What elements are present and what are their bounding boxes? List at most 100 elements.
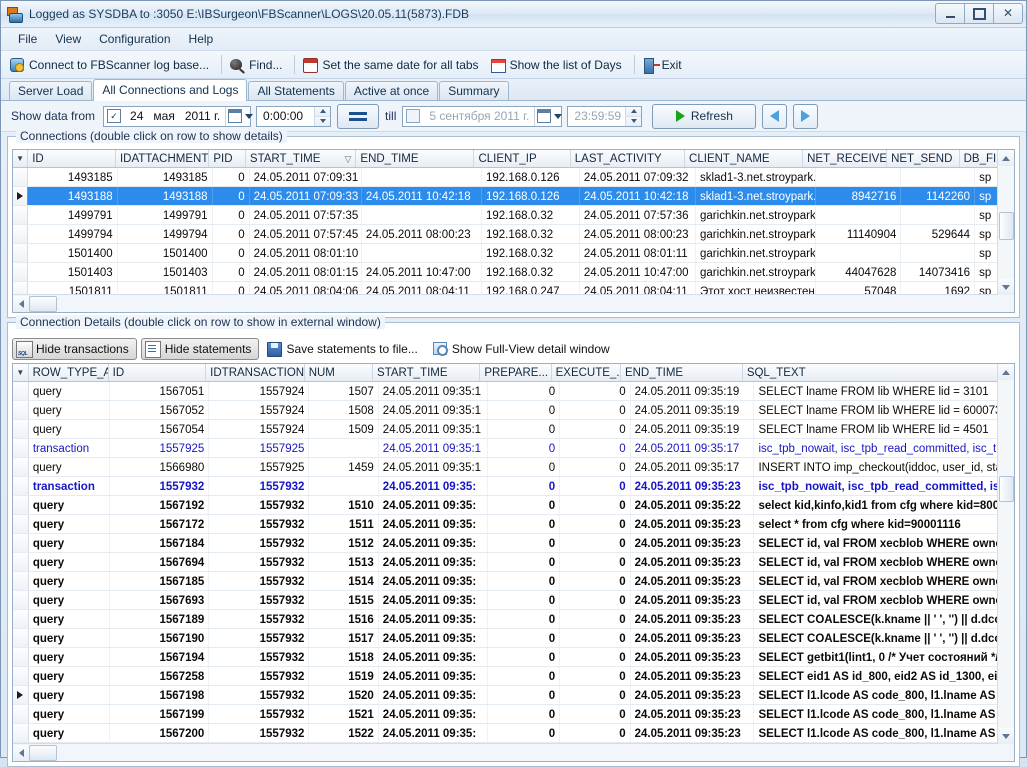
menu-configuration[interactable]: Configuration [90,30,179,48]
cell-id[interactable]: 1567200 [110,724,210,742]
cell-sql_text[interactable]: SELECT lname FROM lib WHERE lid = 600073… [754,401,1014,419]
cell-num[interactable]: 1459 [309,458,379,476]
cell-end_time[interactable]: 24.05.2011 10:47:00 [362,263,482,281]
cell-row_type_a[interactable]: query [29,534,111,552]
cell-sql_text[interactable]: SELECT lname FROM lib WHERE lid = 3101 [754,382,1014,400]
cell-num[interactable]: 1516 [309,610,379,628]
cell-end_time[interactable] [362,168,482,186]
cell-id[interactable]: 1493188 [28,187,118,205]
cell-start_time[interactable]: 24.05.2011 09:35:1 [379,458,488,476]
cell-client_name[interactable]: garichkin.net.stroypark. [696,244,817,262]
cell-sql_text[interactable]: select * from cfg where kid=90001116 [754,515,1014,533]
cell-last_activity[interactable]: 24.05.2011 08:00:23 [580,225,697,243]
col-client-name[interactable]: CLIENT_NAME [685,150,804,167]
cell-prepare[interactable]: 0 [488,420,561,438]
cell-num[interactable]: 1519 [309,667,379,685]
cell-execute[interactable]: 0 [560,667,631,685]
cell-net_send[interactable] [901,244,976,262]
cell-start_time[interactable]: 24.05.2011 09:35: [379,553,488,571]
table-row[interactable]: 1493188 1493188 0 24.05.2011 07:09:33 24.05.… [13,187,1014,206]
cell-num[interactable]: 1514 [309,572,379,590]
cell-prepare[interactable]: 0 [488,572,561,590]
menu-help[interactable]: Help [180,30,223,48]
cell-start_time[interactable]: 24.05.2011 09:35: [379,515,488,533]
cell-execute[interactable]: 0 [560,686,631,704]
cell-num[interactable]: 1512 [309,534,379,552]
cell-idtransaction[interactable]: 1557924 [209,401,310,419]
connect-to-log-base-button[interactable]: Connect to FBScanner log base... [6,54,217,76]
row-indicator-cell[interactable] [13,629,29,647]
to-date-checkbox[interactable] [406,109,421,123]
tab-all-connections-and-logs[interactable]: All Connections and Logs [93,79,248,101]
table-row[interactable]: query 1567192 1557932 1510 24.05.2011 09:35:… [13,496,1014,515]
cell-start_time[interactable]: 24.05.2011 09:35: [379,629,488,647]
cell-sql_text[interactable]: SELECT l1.lcode AS code_800, l1.lname AS… [754,724,1014,742]
col-idattachment[interactable]: IDATTACHMENT [116,150,210,167]
cell-start_time[interactable]: 24.05.2011 08:01:10 [250,244,362,262]
show-list-of-days-button[interactable]: Show the list of Days [487,54,630,76]
row-indicator-cell[interactable] [13,534,29,552]
cell-sql_text[interactable]: SELECT eid1 AS id_800, eid2 AS id_1300, … [754,667,1014,685]
cell-end_time[interactable]: 24.05.2011 08:00:23 [362,225,482,243]
cell-sql_text[interactable]: isc_tpb_nowait, isc_tpb_read_committed, … [754,439,1014,457]
cell-net_send[interactable]: 1692 [901,282,976,294]
row-indicator-cell[interactable] [13,420,29,438]
cell-end_time[interactable]: 24.05.2011 09:35:19 [631,401,755,419]
cell-id[interactable]: 1567694 [110,553,210,571]
cell-sql_text[interactable]: isc_tpb_nowait, isc_tpb_read_committed, … [754,477,1014,495]
cell-execute[interactable]: 0 [560,724,631,742]
table-row[interactable]: query 1567051 1557924 1507 24.05.2011 09:35:… [13,382,1014,401]
to-time-field[interactable]: 23:59:59 [567,105,643,127]
previous-day-button[interactable] [762,103,788,129]
from-day[interactable]: 24 [125,109,148,123]
table-row[interactable]: 1501403 1501403 0 24.05.2011 08:01:15 24.05.… [13,263,1014,282]
hide-transactions-button[interactable]: Hide transactions [12,338,137,360]
cell-num[interactable]: 1513 [309,553,379,571]
col-end-time[interactable]: END_TIME [356,150,475,167]
cell-idtransaction[interactable]: 1557932 [209,610,310,628]
cell-start_time[interactable]: 24.05.2011 08:04:06 [250,282,362,294]
cell-client_name[interactable]: sklad1-3.net.stroypark.s [696,187,817,205]
connections-grid[interactable]: ▼ ID IDATTACHMENT PID START_TIME ▽ END_TI… [12,149,1015,313]
table-row[interactable]: 1501811 1501811 0 24.05.2011 08:04:06 24.05.… [13,282,1014,294]
cell-net_receive[interactable]: 11140904 [816,225,902,243]
table-row[interactable]: query 1567258 1557932 1519 24.05.2011 09:35:… [13,667,1014,686]
col-detail-start-time[interactable]: START_TIME [373,364,481,381]
cell-sql_text[interactable]: SELECT l1.lcode AS code_800, l1.lname AS… [754,705,1014,723]
row-indicator-cell[interactable] [13,610,29,628]
to-date-dropdown[interactable] [534,106,564,126]
cell-start_time[interactable]: 24.05.2011 07:57:35 [250,206,362,224]
cell-pid[interactable]: 0 [213,244,250,262]
cell-id[interactable]: 1557925 [110,439,210,457]
cell-sql_text[interactable]: SELECT id, val FROM xecblob WHERE owner … [754,572,1014,590]
cell-end_time[interactable]: 24.05.2011 09:35:23 [631,477,755,495]
cell-idattachment[interactable]: 1501811 [118,282,213,294]
table-row[interactable]: query 1567198 1557932 1520 24.05.2011 09:35:… [13,686,1014,705]
cell-pid[interactable]: 0 [213,225,250,243]
cell-last_activity[interactable]: 24.05.2011 07:57:36 [580,206,697,224]
cell-end_time[interactable]: 24.05.2011 09:35:23 [631,724,755,742]
cell-sql_text[interactable]: SELECT id, val FROM xecblob WHERE owner … [754,553,1014,571]
cell-prepare[interactable]: 0 [488,629,561,647]
cell-num[interactable]: 1520 [309,686,379,704]
cell-prepare[interactable]: 0 [488,553,561,571]
cell-net_send[interactable] [901,168,976,186]
cell-idtransaction[interactable]: 1557932 [209,534,310,552]
cell-prepare[interactable]: 0 [488,458,561,476]
cell-idtransaction[interactable]: 1557932 [209,496,310,514]
table-row[interactable]: query 1567693 1557932 1515 24.05.2011 09:35:… [13,591,1014,610]
cell-execute[interactable]: 0 [560,477,631,495]
cell-id[interactable]: 1501403 [28,263,118,281]
maximize-button[interactable] [964,3,994,24]
cell-end_time[interactable]: 24.05.2011 09:35:23 [631,629,755,647]
table-row[interactable]: query 1567052 1557924 1508 24.05.2011 09:35:… [13,401,1014,420]
cell-pid[interactable]: 0 [213,187,250,205]
cell-start_time[interactable]: 24.05.2011 07:57:45 [250,225,362,243]
cell-start_time[interactable]: 24.05.2011 08:01:15 [250,263,362,281]
cell-client_ip[interactable]: 192.168.0.32 [482,263,580,281]
cell-id[interactable]: 1567190 [110,629,210,647]
cell-start_time[interactable]: 24.05.2011 09:35: [379,534,488,552]
table-row[interactable]: query 1567199 1557932 1521 24.05.2011 09:35:… [13,705,1014,724]
menu-view[interactable]: View [46,30,90,48]
hide-statements-button[interactable]: Hide statements [140,338,260,360]
